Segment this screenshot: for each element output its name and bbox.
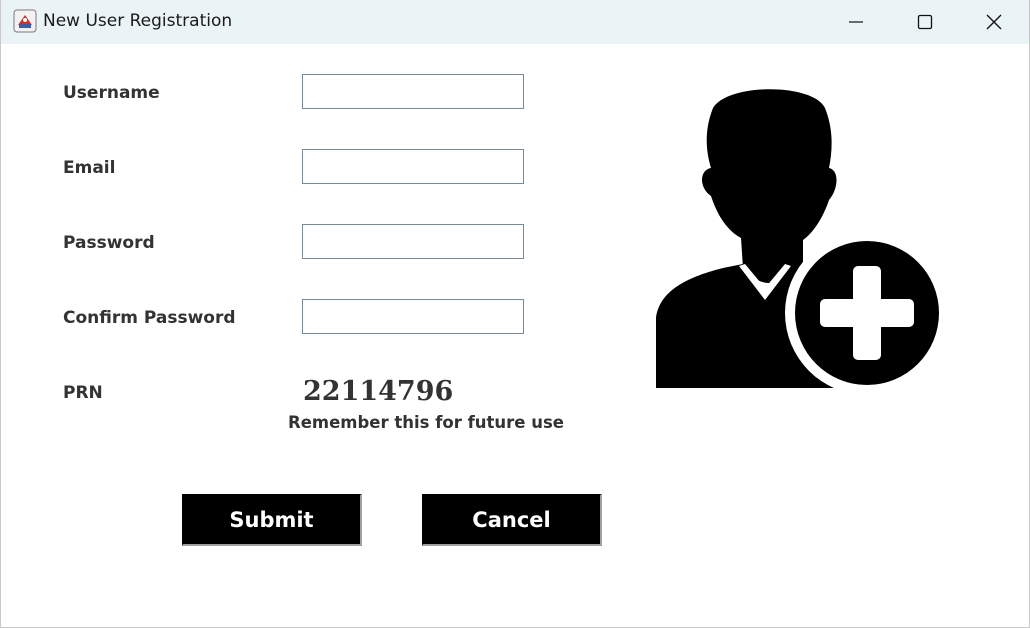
close-button[interactable] [959,0,1029,44]
email-field[interactable] [302,149,524,184]
username-field[interactable] [302,74,524,109]
prn-note: Remember this for future use [288,413,564,432]
password-label: Password [63,233,155,253]
minimize-button[interactable] [821,0,891,44]
confirm-password-label: Confirm Password [63,308,236,328]
registration-window: New User Registration Username Email Pas… [0,0,1030,628]
prn-value: 22114796 [303,376,454,407]
java-app-icon [13,9,37,33]
password-field[interactable] [302,224,524,259]
minimize-icon [849,21,863,23]
add-user-icon [656,89,945,388]
username-label: Username [63,83,160,103]
title-bar[interactable]: New User Registration [1,0,1029,44]
maximize-button[interactable] [890,0,960,44]
cancel-button[interactable]: Cancel [422,494,602,546]
email-label: Email [63,158,116,178]
confirm-password-field[interactable] [302,299,524,334]
submit-button[interactable]: Submit [182,494,362,546]
window-title: New User Registration [43,11,233,31]
maximize-icon [917,14,933,30]
prn-label: PRN [63,383,103,403]
close-icon [986,14,1002,30]
